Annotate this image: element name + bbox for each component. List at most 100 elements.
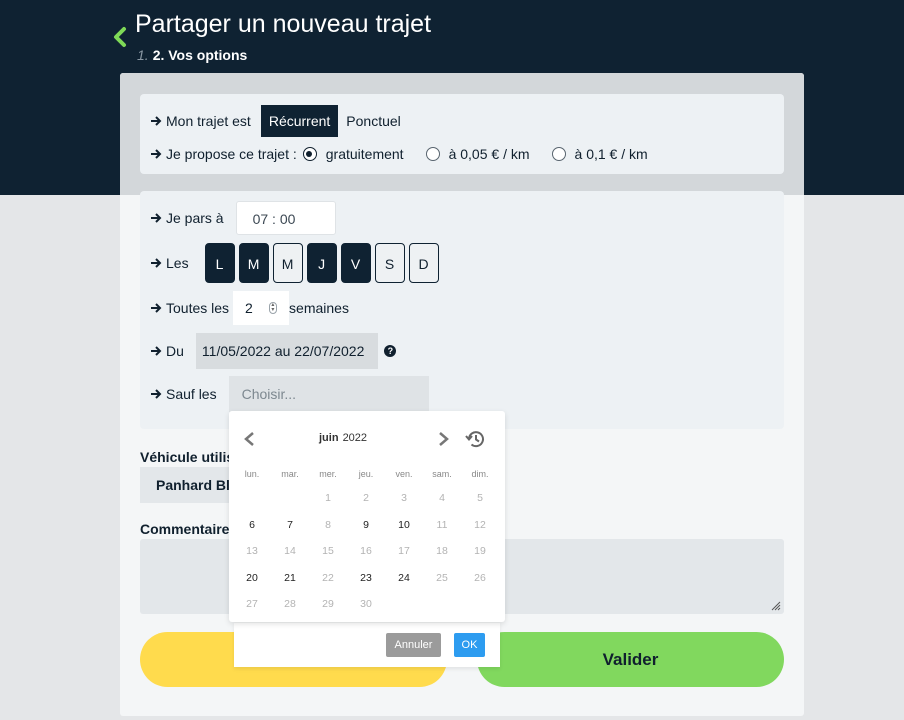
day-toggle-vendredi[interactable]: V — [340, 243, 371, 283]
weekday-label: sam. — [432, 469, 452, 479]
arrow-right-icon — [151, 116, 162, 126]
datepicker-day: 28 — [284, 598, 296, 610]
radio-free[interactable]: gratuitement — [302, 146, 404, 162]
arrow-right-icon — [151, 346, 162, 356]
datepicker-ok-button[interactable]: OK — [454, 633, 485, 657]
radio-label: à 0,1 € / km — [574, 146, 648, 162]
datepicker-day: 26 — [474, 571, 486, 584]
day-toggle-jeudi[interactable]: J — [306, 243, 337, 283]
datepicker-empty-cell — [233, 485, 271, 512]
datepicker-day: 12 — [474, 518, 486, 531]
datepicker-day[interactable]: 9 — [347, 512, 385, 539]
datepicker-day: 1 — [325, 492, 331, 504]
departure-time-input[interactable]: 07 : 00 — [235, 201, 336, 235]
datepicker-footer: Annuler OK — [234, 623, 500, 667]
arrow-right-icon — [151, 258, 162, 268]
datepicker-day[interactable]: 6 — [233, 512, 271, 539]
radio-circle[interactable] — [551, 147, 566, 161]
step-indicator: 1. 2. Vos options — [137, 47, 247, 63]
datepicker-day[interactable]: 24 — [385, 565, 423, 592]
weekday-header: lun. mar. mer. jeu. ven. sam. dim. — [233, 465, 499, 485]
frequency-row: Toutes les 2 ▴ ▾ semaines — [150, 291, 349, 325]
datepicker-week-row: 1 2 3 4 5 — [233, 485, 499, 512]
arrow-right-icon — [151, 303, 162, 313]
arrow-right-icon — [151, 213, 162, 223]
toggle-ponctuel[interactable]: Ponctuel — [338, 105, 408, 137]
step-current: 2. Vos options — [152, 47, 248, 63]
radio-circle[interactable] — [425, 147, 440, 161]
week-interval-input[interactable]: 2 ▴ ▾ — [233, 291, 290, 325]
radio-circle[interactable] — [302, 147, 317, 161]
trip-type-label: Mon trajet est — [166, 113, 251, 129]
radio-005[interactable]: à 0,05 € / km — [425, 146, 530, 162]
datepicker-day: 2 — [363, 492, 369, 504]
radio-01[interactable]: à 0,1 € / km — [551, 146, 648, 162]
datepicker-day: 29 — [322, 598, 334, 610]
chevron-left-icon[interactable] — [243, 431, 257, 447]
step-previous[interactable]: 1. — [137, 47, 149, 63]
datepicker-day[interactable]: 7 — [271, 512, 309, 539]
datepicker-day: 30 — [360, 598, 372, 610]
datepicker-day: 5 — [477, 492, 483, 504]
except-row: Sauf les Choisir... — [150, 376, 429, 412]
except-label: Sauf les — [166, 386, 217, 402]
day-toggle-dimanche[interactable]: D — [408, 243, 439, 283]
datepicker-month: juin — [319, 432, 339, 444]
datepicker-day: 16 — [360, 545, 372, 557]
weekday-label: jeu. — [358, 469, 374, 479]
datepicker-day[interactable]: 21 — [271, 565, 309, 592]
toggle-recurrent[interactable]: Récurrent — [260, 105, 339, 137]
datepicker-day: 15 — [322, 545, 334, 557]
page-title: Partager un nouveau trajet — [135, 10, 432, 38]
datepicker-grid: lun. mar. mer. jeu. ven. sam. dim. 12345… — [233, 465, 499, 618]
datepicker-day: 14 — [284, 545, 296, 557]
datepicker-cancel-button[interactable]: Annuler — [386, 633, 441, 657]
departure-row: Je pars à 07 : 00 — [150, 201, 336, 235]
date-range-field[interactable]: 11/05/2022 au 22/07/2022 — [195, 333, 379, 369]
days-label: Les — [166, 255, 189, 271]
departure-label: Je pars à — [166, 210, 224, 226]
arrow-right-icon — [151, 389, 162, 399]
datepicker-day: 8 — [325, 518, 331, 531]
datepicker-month-year[interactable]: juin 2022 — [319, 432, 367, 444]
history-icon[interactable] — [464, 428, 486, 450]
datepicker-day: 19 — [474, 545, 486, 557]
datepicker-weeks: 1 2 3 4 5 6 7 8 9 10 11 12 13 14 15 16 17 18 19 20 21 22 23 24 2… — [233, 485, 499, 618]
datepicker-day[interactable]: 23 — [347, 565, 385, 592]
datepicker-day: 11 — [436, 518, 448, 531]
weekday-label: mar. — [281, 469, 299, 479]
day-toggle-samedi[interactable]: S — [374, 243, 405, 283]
datepicker-day[interactable]: 20 — [233, 565, 271, 592]
datepicker-week-row: 20 21 22 23 24 25 26 — [233, 565, 499, 592]
day-toggle-mercredi[interactable]: M — [272, 243, 303, 283]
day-toggle-mardi[interactable]: M — [238, 243, 269, 283]
datepicker-day: 18 — [436, 545, 448, 557]
datepicker-empty-cell — [271, 485, 309, 512]
period-label: Du — [166, 343, 184, 359]
period-row: Du 11/05/2022 au 22/07/2022 ? — [150, 333, 397, 369]
validate-button[interactable]: Valider — [477, 632, 784, 687]
schedule-panel: Je pars à 07 : 00 Les L M M J V S D Tout… — [140, 191, 784, 429]
datepicker-empty-cell — [423, 591, 461, 618]
trip-type-row: Mon trajet est Récurrent Ponctuel — [150, 105, 409, 137]
trip-type-panel: Mon trajet est Récurrent Ponctuel Je pro… — [140, 94, 784, 174]
datepicker-day[interactable]: 10 — [385, 512, 423, 539]
spinner-icon[interactable]: ▴ ▾ — [268, 302, 277, 314]
back-chevron-icon[interactable] — [111, 26, 129, 48]
question-circle-icon[interactable]: ? — [384, 345, 397, 357]
frequency-label-after: semaines — [289, 300, 349, 316]
datepicker-week-row: 27 28 29 30 — [233, 591, 499, 618]
except-dates-input[interactable]: Choisir... — [228, 376, 429, 412]
pricing-label: Je propose ce trajet : — [166, 146, 297, 162]
datepicker-day: 4 — [439, 492, 445, 504]
radio-label: gratuitement — [325, 146, 404, 162]
radio-label: à 0,05 € / km — [448, 146, 530, 162]
day-toggle-lundi[interactable]: L — [204, 243, 235, 283]
resize-handle-icon[interactable] — [771, 601, 781, 611]
weekday-label: ven. — [395, 469, 413, 479]
arrow-right-icon — [151, 149, 162, 159]
datepicker-week-row: 13 14 15 16 17 18 19 — [233, 538, 499, 565]
chevron-right-icon[interactable] — [436, 431, 450, 447]
vehicle-label: Véhicule utilise — [140, 449, 242, 465]
datepicker-day: 3 — [401, 492, 407, 504]
